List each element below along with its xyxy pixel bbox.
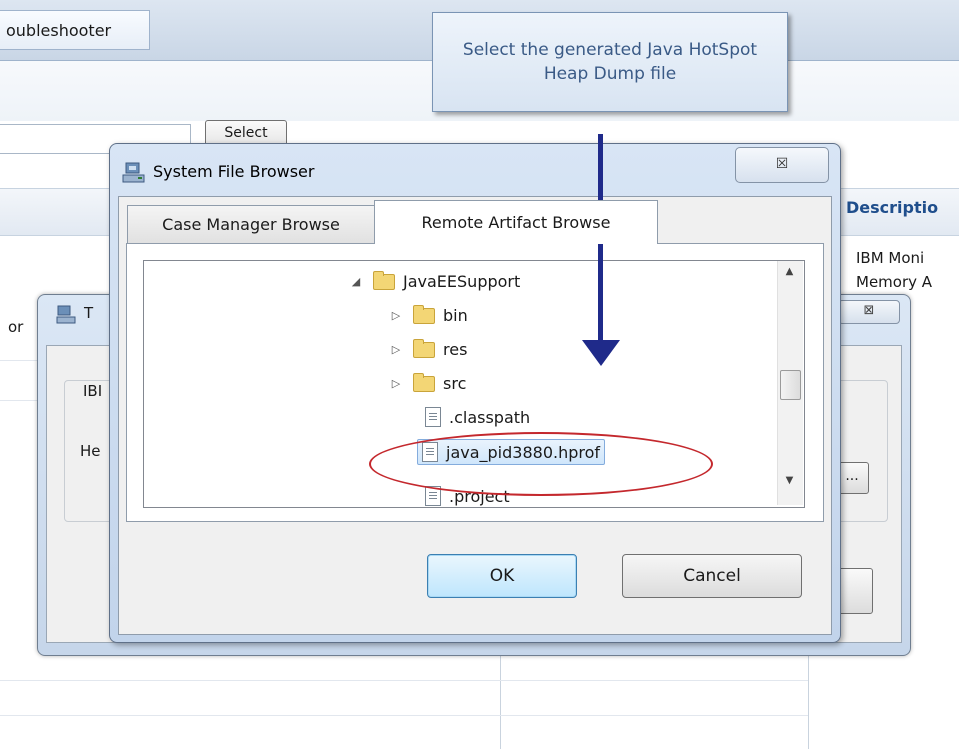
folder-icon (413, 339, 435, 358)
collapsed-arrow-icon[interactable]: ▷ (389, 377, 403, 390)
expanded-arrow-icon[interactable]: ◢ (349, 275, 363, 288)
folder-icon (413, 373, 435, 392)
tree-item-label: src (443, 373, 467, 393)
tool-dialog-icon (56, 305, 76, 324)
description-line: IBM Moni (856, 249, 925, 267)
description-line: Memory A (856, 273, 933, 291)
folder-icon (413, 305, 435, 324)
tree-item-label: .classpath (449, 407, 531, 427)
ok-button[interactable]: OK (427, 554, 577, 598)
annotation-highlight-ring (369, 432, 713, 496)
group-label: IBI (80, 382, 106, 400)
tree-item-label: bin (443, 305, 468, 325)
dialog-title: System File Browser (153, 162, 315, 181)
cancel-button[interactable]: Cancel (622, 554, 802, 598)
annotation-callout: Select the generated Java HotSpot Heap D… (432, 12, 788, 112)
folder-icon (373, 271, 395, 290)
tree-item-javaeesupport[interactable]: ◢ JavaEESupport (349, 264, 520, 298)
scroll-up-icon[interactable]: ▲ (777, 266, 802, 286)
system-browser-icon (122, 162, 145, 183)
tool-dialog-title: T (84, 304, 94, 322)
tab-remote-artifact-browse[interactable]: Remote Artifact Browse (374, 200, 658, 244)
scrollbar-thumb[interactable] (780, 370, 801, 400)
tree-item-res[interactable]: ▷ res (389, 332, 467, 366)
tree-item-classpath[interactable]: .classpath (425, 400, 530, 434)
tree-item-bin[interactable]: ▷ bin (389, 298, 468, 332)
collapsed-arrow-icon[interactable]: ▷ (389, 343, 403, 356)
file-icon (425, 407, 441, 427)
close-icon: ☒ (775, 156, 789, 172)
tab-troubleshooter[interactable]: oubleshooter (0, 10, 150, 50)
dialog-close-button[interactable]: ☒ (735, 147, 829, 183)
tree-item-src[interactable]: ▷ src (389, 366, 466, 400)
tree-item-label: JavaEESupport (403, 271, 521, 291)
heap-field-label: He (80, 442, 101, 460)
collapsed-arrow-icon[interactable]: ▷ (389, 309, 403, 322)
description-text: IBM Moni Memory A (856, 246, 959, 294)
column-label-or: or (8, 318, 24, 336)
row-divider (0, 680, 808, 681)
scroll-down-icon[interactable]: ▼ (777, 475, 802, 495)
annotation-arrowhead-icon (582, 340, 620, 366)
description-heading: Descriptio (846, 198, 939, 217)
tree-item-label: res (443, 339, 468, 359)
tool-dialog-close-button[interactable]: ⊠ (838, 300, 900, 324)
row-divider (0, 715, 808, 716)
tab-case-manager-browse[interactable]: Case Manager Browse (127, 205, 375, 243)
